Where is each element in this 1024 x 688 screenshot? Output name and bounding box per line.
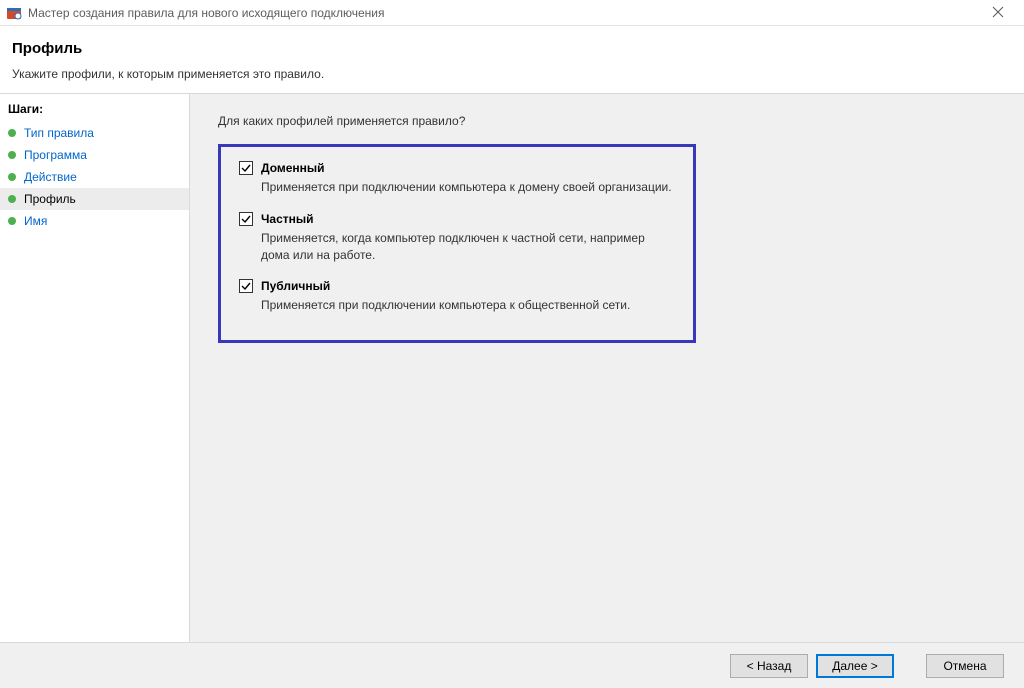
titlebar: Мастер создания правила для нового исход… [0, 0, 1024, 26]
window-title: Мастер создания правила для нового исход… [28, 6, 978, 20]
option-label: Доменный [261, 161, 325, 175]
option-domain: Доменный Применяется при подключении ком… [239, 161, 675, 196]
wizard-footer: < Назад Далее > Отмена [0, 642, 1024, 688]
check-icon [241, 281, 251, 291]
step-action[interactable]: Действие [0, 166, 189, 188]
firewall-icon [6, 5, 22, 21]
step-name[interactable]: Имя [0, 210, 189, 232]
step-rule-type[interactable]: Тип правила [0, 122, 189, 144]
close-button[interactable] [978, 5, 1018, 21]
bullet-icon [8, 195, 16, 203]
check-icon [241, 214, 251, 224]
check-icon [241, 163, 251, 173]
step-label: Действие [24, 170, 77, 184]
option-description: Применяется при подключении компьютера к… [261, 297, 675, 314]
page-header: Профиль Укажите профили, к которым приме… [0, 26, 1024, 93]
back-button[interactable]: < Назад [730, 654, 808, 678]
profiles-group: Доменный Применяется при подключении ком… [218, 144, 696, 343]
step-label: Профиль [24, 192, 76, 206]
steps-sidebar: Шаги: Тип правила Программа Действие Про… [0, 94, 190, 647]
option-description: Применяется при подключении компьютера к… [261, 179, 675, 196]
bullet-icon [8, 129, 16, 137]
option-label: Частный [261, 212, 314, 226]
step-program[interactable]: Программа [0, 144, 189, 166]
option-private: Частный Применяется, когда компьютер под… [239, 212, 675, 264]
cancel-button[interactable]: Отмена [926, 654, 1004, 678]
step-profile[interactable]: Профиль [0, 188, 189, 210]
checkbox-private[interactable] [239, 212, 253, 226]
step-label: Тип правила [24, 126, 94, 140]
checkbox-public[interactable] [239, 279, 253, 293]
bullet-icon [8, 151, 16, 159]
close-icon [992, 6, 1004, 18]
page-subtitle: Укажите профили, к которым применяется э… [12, 67, 1012, 81]
body: Шаги: Тип правила Программа Действие Про… [0, 93, 1024, 647]
page-title: Профиль [12, 40, 1012, 57]
option-public: Публичный Применяется при подключении ко… [239, 279, 675, 314]
checkbox-domain[interactable] [239, 161, 253, 175]
step-label: Программа [24, 148, 87, 162]
option-label: Публичный [261, 279, 330, 293]
bullet-icon [8, 217, 16, 225]
option-description: Применяется, когда компьютер подключен к… [261, 230, 675, 264]
next-button[interactable]: Далее > [816, 654, 894, 678]
content-pane: Для каких профилей применяется правило? … [190, 94, 1024, 647]
content-question: Для каких профилей применяется правило? [218, 114, 996, 128]
steps-label: Шаги: [0, 102, 189, 122]
step-label: Имя [24, 214, 47, 228]
bullet-icon [8, 173, 16, 181]
